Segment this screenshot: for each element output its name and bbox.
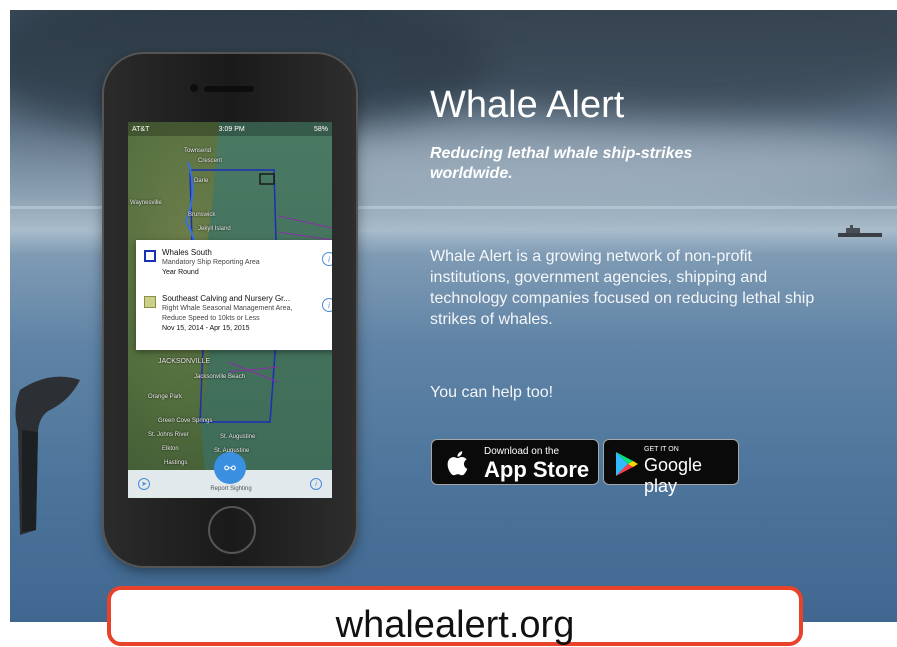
info-icon[interactable]: i bbox=[310, 478, 322, 490]
url-banner: whalealert.org bbox=[107, 586, 803, 646]
zone-period: Nov 15, 2014 - Apr 15, 2015 bbox=[162, 325, 250, 332]
map-label: Townsend bbox=[184, 148, 212, 154]
time-label: 3:09 PM bbox=[218, 125, 245, 133]
apple-logo-icon bbox=[447, 451, 468, 476]
app-store-badge[interactable]: Download on the App Store bbox=[431, 439, 599, 485]
badge-small-text: GET IT ON bbox=[644, 446, 679, 453]
ship-silhouette bbox=[838, 225, 882, 237]
badge-small-text: Download on the bbox=[484, 446, 560, 457]
badge-big-text: Google play bbox=[644, 455, 703, 496]
phone-speaker bbox=[204, 86, 254, 92]
map-label: Jekyll Island bbox=[198, 226, 231, 232]
map-label: Hastings bbox=[164, 460, 188, 466]
call-to-action: You can help too! bbox=[430, 384, 554, 401]
zone-color-swatch bbox=[144, 296, 156, 308]
map-label: JACKSONVILLE bbox=[158, 358, 211, 365]
map-label: Jacksonville Beach bbox=[194, 374, 246, 380]
map-label: Crescent bbox=[198, 158, 223, 164]
map-label: St. Augustine bbox=[220, 434, 256, 440]
ios-statusbar: AT&T 3:09 PM 58% bbox=[128, 122, 332, 136]
map-label: Brunswick bbox=[188, 212, 216, 218]
phone-home-button bbox=[208, 506, 256, 554]
info-icon[interactable]: i bbox=[322, 252, 332, 266]
badge-big-text: App Store bbox=[484, 457, 590, 482]
zone-subtitle: Right Whale Seasonal Management Area, bbox=[162, 305, 293, 312]
zone-subtitle: Mandatory Ship Reporting Area bbox=[162, 259, 260, 266]
zone-marker bbox=[259, 173, 275, 185]
info-icon[interactable]: i bbox=[322, 298, 332, 312]
whale-tail-image bbox=[15, 376, 80, 535]
phone-mockup: AT&T 3:09 PM 58% Townsend Crescent Darie… bbox=[104, 54, 356, 566]
map-label: Waynesville bbox=[130, 200, 162, 206]
map-label: Green Cove Springs bbox=[158, 418, 213, 424]
zone-subtitle: Reduce Speed to 10kts or Less bbox=[162, 315, 260, 322]
phone-camera bbox=[190, 84, 198, 92]
zone-info-popup: Whales South Mandatory Ship Reporting Ar… bbox=[136, 240, 332, 350]
map-label: Darie bbox=[194, 178, 209, 184]
zone-title: Whales South bbox=[162, 248, 212, 257]
map-label: St. Johns River bbox=[148, 432, 189, 438]
report-sighting-button[interactable]: Report Sighting bbox=[186, 486, 276, 492]
map-label: Orange Park bbox=[148, 394, 183, 400]
zone-period: Year Round bbox=[162, 269, 199, 276]
zone-line bbox=[227, 366, 279, 373]
phone-screen: AT&T 3:09 PM 58% Townsend Crescent Darie… bbox=[128, 122, 332, 498]
carrier-label: AT&T bbox=[132, 125, 150, 133]
zone-title: Southeast Calving and Nursery Gr... bbox=[162, 294, 291, 303]
page-title: Whale Alert bbox=[430, 84, 625, 126]
location-arrow-icon[interactable]: ➤ bbox=[138, 478, 150, 490]
binoculars-icon[interactable]: ⚯ bbox=[214, 452, 246, 484]
description: Whale Alert is a growing network of non-… bbox=[430, 248, 815, 328]
zone-line bbox=[277, 231, 332, 241]
google-play-badge[interactable]: GET IT ON Google play bbox=[603, 439, 739, 496]
zone-line bbox=[277, 215, 332, 229]
google-play-logo-icon bbox=[616, 452, 638, 476]
map-label: Elkton bbox=[162, 446, 179, 452]
tagline: Reducing lethal whale ship-strikes world… bbox=[430, 145, 693, 182]
zone-color-swatch bbox=[144, 250, 156, 262]
battery-label: 58% bbox=[313, 125, 328, 133]
site-url: whalealert.org bbox=[335, 604, 575, 646]
